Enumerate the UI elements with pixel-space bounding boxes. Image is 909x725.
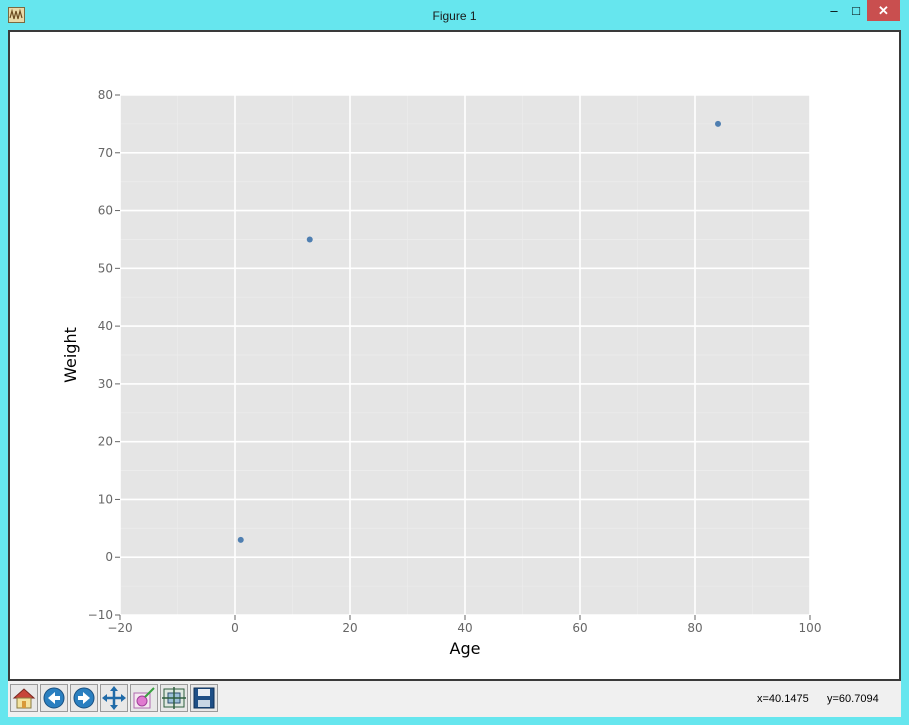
home-button[interactable] [10,684,38,712]
configure-subplots-button[interactable] [160,684,188,712]
save-icon [193,687,215,709]
y-tick-label: 30 [98,377,113,391]
pan-button[interactable] [100,684,128,712]
scatter-plot: −20 0 20 40 60 80 100−1001020304050607080 Age … [61,88,822,658]
back-arrow-icon [43,687,65,709]
save-button[interactable] [190,684,218,712]
y-tick-label: 0 [105,550,113,564]
scatter-point [715,120,721,127]
x-tick-label: 100 [799,621,822,635]
forward-button[interactable] [70,684,98,712]
figure-window: Figure 1 – □ ✕ −20 0 20 40 60 80 100 −10 0 10 20 30… [0,0,909,725]
home-icon [12,688,36,709]
y-tick-label: 80 [98,88,113,102]
title-bar[interactable]: Figure 1 – □ ✕ [0,0,909,30]
y-tick-label: 10 [98,492,113,506]
x-tick-label: 40 [457,621,472,635]
minimize-button[interactable]: – [822,0,846,21]
scatter-point [306,236,313,243]
pan-icon [102,686,126,710]
zoom-icon [133,687,155,709]
close-button[interactable]: ✕ [867,0,900,21]
zoom-button[interactable] [130,684,158,712]
navigation-toolbar: x=40.1475 y=60.7094 [8,681,901,717]
scatter-point [237,536,244,543]
configure-subplots-icon [162,687,186,709]
y-tick-label: 70 [98,146,113,160]
maximize-button[interactable]: □ [846,0,866,21]
cursor-y-readout: y=60.7094 [827,693,879,705]
window-bottom-border [0,717,909,725]
cursor-x-readout: x=40.1475 [757,693,809,705]
x-tick-label: 60 [572,621,587,635]
back-button[interactable] [40,684,68,712]
window-title: Figure 1 [432,9,477,23]
y-tick-label: 50 [98,261,113,275]
y-tick-label: −10 [88,608,113,622]
window-client-area: −20 0 20 40 60 80 100 −10 0 10 20 30 40 50 60 70 80 Age … [8,30,901,717]
x-tick-label: 20 [342,621,357,635]
x-tick-label: 0 [231,621,239,635]
x-tick-label: 80 [687,621,702,635]
y-tick-label: 20 [98,435,113,449]
figure-canvas[interactable]: −20 0 20 40 60 80 100 −10 0 10 20 30 40 50 60 70 80 Age … [8,30,901,681]
x-tick-label: −20 [107,621,132,635]
forward-arrow-icon [73,687,95,709]
y-tick-label: 60 [98,204,113,218]
y-tick-label: 40 [98,319,113,333]
y-axis-label: Weight [61,327,80,383]
x-axis-label: Age [450,639,481,658]
